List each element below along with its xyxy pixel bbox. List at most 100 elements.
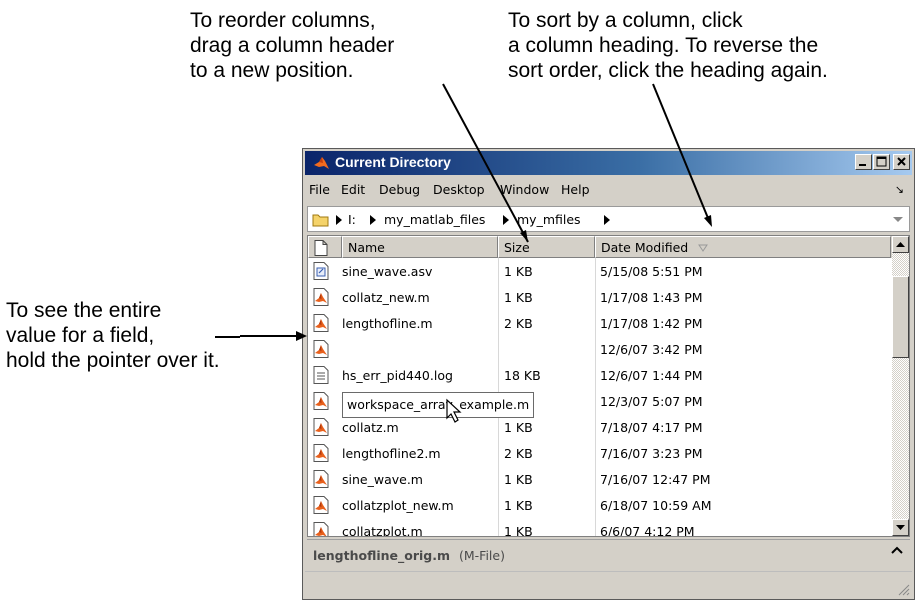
scroll-up-button[interactable]: [892, 236, 909, 253]
status-bar: [305, 571, 912, 598]
maximize-button[interactable]: [873, 154, 890, 170]
table-row[interactable]: collatz.m 1 KB 7/18/07 4:17 PM: [308, 416, 892, 438]
scroll-down-button[interactable]: [892, 519, 909, 536]
file-list: Name Size Date Modified sine_wave.asv 1 K…: [307, 235, 910, 537]
m-file-icon: [313, 522, 329, 536]
breadcrumb-segment[interactable]: my_matlab_files: [384, 212, 485, 227]
undock-arrow-icon[interactable]: ↘: [895, 183, 904, 196]
sort-callout: To sort by a column, click a column head…: [508, 8, 828, 83]
file-size-cell[interactable]: 1 KB: [504, 524, 533, 536]
table-row[interactable]: lengthofline2.m 2 KB 7/16/07 3:23 PM: [308, 442, 892, 464]
file-name-cell[interactable]: collatz.m: [342, 420, 399, 435]
menu-bar: File Edit Debug Desktop Window Help ↘: [305, 177, 912, 203]
column-header-row: Name Size Date Modified: [308, 236, 892, 258]
filename-tooltip: workspace_array_example.m: [342, 392, 535, 418]
file-size-cell[interactable]: 1 KB: [504, 420, 533, 435]
menu-edit[interactable]: Edit: [341, 182, 365, 197]
file-name-cell[interactable]: lengthofline2.m: [342, 446, 441, 461]
file-date-cell[interactable]: 12/3/07 5:07 PM: [600, 394, 703, 409]
file-date-cell[interactable]: 7/18/07 4:17 PM: [600, 420, 703, 435]
file-size-cell[interactable]: 1 KB: [504, 472, 533, 487]
breadcrumb-arrow-icon: [336, 215, 342, 225]
menu-debug[interactable]: Debug: [379, 182, 420, 197]
detail-panel: lengthofline_orig.m (M-File): [307, 539, 910, 570]
m-file-icon: [313, 314, 329, 332]
m-file-icon: [313, 392, 329, 410]
breadcrumb-arrow-icon: [604, 215, 610, 225]
file-name-cell[interactable]: sine_wave.asv: [342, 264, 432, 279]
table-row[interactable]: 12/6/07 3:42 PM: [308, 338, 892, 360]
table-row[interactable]: collatz_new.m 1 KB 1/17/08 1:43 PM: [308, 286, 892, 308]
file-date-cell[interactable]: 12/6/07 1:44 PM: [600, 368, 703, 383]
file-size-cell[interactable]: 18 KB: [504, 368, 541, 383]
menu-help[interactable]: Help: [561, 182, 590, 197]
size-column-header[interactable]: Size: [498, 236, 595, 258]
breadcrumb-arrow-icon: [370, 215, 376, 225]
arrow-up-icon: [896, 242, 905, 247]
file-name-cell[interactable]: collatzplot_new.m: [342, 498, 454, 513]
breadcrumb-segment[interactable]: I:: [348, 212, 356, 227]
table-row[interactable]: collatzplot_new.m 1 KB 6/18/07 10:59 AM: [308, 494, 892, 516]
close-icon: [897, 157, 906, 166]
callout-line: value for a field,: [6, 324, 155, 347]
breadcrumb-arrow-icon: [503, 215, 509, 225]
maximize-icon: [876, 156, 887, 167]
callout-line: a column heading. To reverse the: [508, 34, 819, 57]
resize-grip-icon[interactable]: [896, 582, 910, 596]
callout-line: sort order, click the heading again.: [508, 59, 828, 82]
date-column-header[interactable]: Date Modified: [595, 236, 891, 258]
menu-file[interactable]: File: [309, 182, 330, 197]
breadcrumb-segment[interactable]: my_mfiles: [517, 212, 581, 227]
matlab-logo-icon: [314, 157, 329, 169]
file-date-cell[interactable]: 6/18/07 10:59 AM: [600, 498, 712, 513]
table-row[interactable]: sine_wave.asv 1 KB 5/15/08 5:51 PM: [308, 260, 892, 282]
m-file-icon: [313, 288, 329, 306]
file-size-cell[interactable]: 1 KB: [504, 290, 533, 305]
type-column-header[interactable]: [308, 236, 342, 258]
file-name-cell[interactable]: collatz_new.m: [342, 290, 430, 305]
menu-desktop[interactable]: Desktop: [433, 182, 485, 197]
file-date-cell[interactable]: 7/16/07 12:47 PM: [600, 472, 710, 487]
callout-line: To see the entire: [6, 299, 162, 322]
tooltip-callout: To see the entire value for a field, hol…: [6, 298, 220, 373]
callout-line: To sort by a column, click: [508, 9, 743, 32]
date-column-label: Date Modified: [601, 240, 689, 255]
table-row[interactable]: hs_err_pid440.log 18 KB 12/6/07 1:44 PM: [308, 364, 892, 386]
table-row[interactable]: collatzplot.m 1 KB 6/6/07 4:12 PM: [308, 520, 892, 536]
file-date-cell[interactable]: 1/17/08 1:42 PM: [600, 316, 703, 331]
scrollbar-thumb[interactable]: [892, 276, 909, 358]
file-date-cell[interactable]: 5/15/08 5:51 PM: [600, 264, 703, 279]
history-dropdown-icon[interactable]: [893, 217, 903, 222]
reorder-callout: To reorder columns, drag a column header…: [190, 8, 394, 83]
close-button[interactable]: [893, 154, 910, 170]
file-date-cell[interactable]: 12/6/07 3:42 PM: [600, 342, 703, 357]
file-size-cell[interactable]: 2 KB: [504, 316, 533, 331]
table-row[interactable]: sine_wave.m 1 KB 7/16/07 12:47 PM: [308, 468, 892, 490]
mouse-pointer-icon: [446, 398, 462, 423]
file-date-cell[interactable]: 7/16/07 3:23 PM: [600, 446, 703, 461]
file-size-cell[interactable]: 1 KB: [504, 498, 533, 513]
title-bar[interactable]: Current Directory: [305, 151, 912, 175]
menu-window[interactable]: Window: [500, 182, 549, 197]
minimize-button[interactable]: [855, 154, 872, 170]
m-file-icon: [313, 444, 329, 462]
name-column-header[interactable]: Name: [342, 236, 498, 258]
file-date-cell[interactable]: 1/17/08 1:43 PM: [600, 290, 703, 305]
chevron-up-icon[interactable]: [890, 544, 904, 556]
file-size-cell[interactable]: 2 KB: [504, 446, 533, 461]
file-name-cell[interactable]: hs_err_pid440.log: [342, 368, 453, 383]
vertical-scrollbar[interactable]: [892, 236, 909, 536]
file-size-cell[interactable]: 1 KB: [504, 264, 533, 279]
address-bar[interactable]: I: my_matlab_files my_mfiles: [307, 206, 910, 232]
m-file-icon: [313, 418, 329, 436]
file-date-cell[interactable]: 6/6/07 4:12 PM: [600, 524, 695, 536]
file-name-cell[interactable]: sine_wave.m: [342, 472, 423, 487]
window-title: Current Directory: [335, 154, 451, 170]
file-name-cell[interactable]: lengthofline.m: [342, 316, 433, 331]
table-row[interactable]: lengthofline.m 2 KB 1/17/08 1:42 PM: [308, 312, 892, 334]
file-type-icon: [314, 240, 328, 256]
m-file-icon: [313, 470, 329, 488]
file-name-cell[interactable]: collatzplot.m: [342, 524, 423, 536]
log-file-icon: [313, 366, 329, 384]
callout-line: To reorder columns,: [190, 9, 376, 32]
